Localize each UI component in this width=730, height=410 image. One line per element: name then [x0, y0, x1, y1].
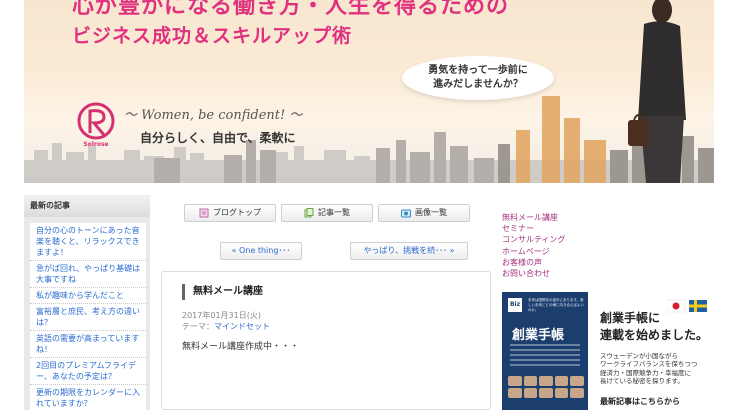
ad-title-line1: 創業手帳に [600, 311, 661, 325]
recent-article-link[interactable]: 急がば回れ、やっぱり基礎は大事ですね [30, 261, 146, 288]
ad-desc-line: 長けている秘密を探ります。 [600, 377, 684, 386]
brand-name: Solrose [83, 141, 109, 148]
ad-title-line2: 連載を始めました。 [600, 328, 709, 342]
ad-desc-line: ワークライフバランスを保ちつつ [600, 360, 698, 369]
speech-bubble: 勇気を持って一歩前に 進みだしませんか？ [402, 56, 554, 100]
solrose-logo-icon[interactable] [74, 101, 118, 143]
right-sidebar-menu: 無料メール講座 セミナー コンサルティング ホームページ お客様の声 お問い合わ… [502, 212, 566, 279]
ad-description: スウェーデンが小国ながら ワークライフバランスを保ちつつ 経済力・国際競争力・幸… [600, 352, 697, 386]
book-cover-image: Biz 未来は国際化の途中にあります。新しい未来にどの様に向き合えばよいのか。 … [502, 292, 588, 410]
book-portraits [508, 376, 584, 398]
menu-link-free-mail-course[interactable]: 無料メール講座 [502, 212, 566, 223]
book-blurb: 未来は国際化の途中にあります。新しい未来にどの様に向き合えばよいのか。 [528, 298, 584, 312]
theme-label: テーマ： [182, 322, 214, 331]
recent-article-link[interactable]: 富裕層と庶民、考え方の違いは？ [30, 304, 146, 331]
blog-post: 無料メール講座 2017年01月31日(火) テーマ：マインドセット 無料メール… [161, 271, 491, 410]
menu-link-consulting[interactable]: コンサルティング [502, 234, 566, 245]
image-list-icon [401, 209, 411, 218]
menu-link-homepage[interactable]: ホームページ [502, 246, 566, 257]
recent-article-link[interactable]: 更新の期限をカレンダーに入れていますか？ [30, 385, 146, 410]
book-text-lines [510, 344, 580, 369]
post-title[interactable]: 無料メール講座 [182, 284, 263, 300]
sogyo-techo-banner[interactable]: Biz 未来は国際化の途中にあります。新しい未来にどの様に向き合えばよいのか。 … [502, 292, 712, 410]
book-title: 創業手帳 [512, 328, 565, 343]
ad-more-link[interactable]: 最新記事はこちらから [600, 396, 680, 407]
recent-article-link[interactable]: 私が趣味から学んだこと [30, 288, 146, 304]
tab-article-list[interactable]: 記事一覧 [281, 204, 373, 222]
tab-blog-top[interactable]: ブログトップ [184, 204, 276, 222]
post-date: 2017年01月31日(火) [182, 311, 261, 320]
businesswoman-image [628, 0, 686, 183]
menu-link-seminar[interactable]: セミナー [502, 223, 566, 234]
recent-articles-list: 自分の心のトーンにあった音楽を聴くと、リラックスできますよ！ 急がば回れ、やっぱ… [30, 223, 146, 410]
theme-link[interactable]: マインドセット [214, 322, 270, 331]
tab-label: ブログトップ [213, 208, 261, 217]
menu-link-contact[interactable]: お問い合わせ [502, 268, 566, 279]
bubble-line2: 進みだしませんか？ [433, 79, 523, 90]
sub-tagline: 自分らしく、自由で、柔軟に [140, 131, 296, 145]
recent-articles-heading: 最新の記事 [24, 195, 150, 217]
book-badge: Biz [508, 298, 522, 312]
blog-icon [199, 208, 209, 218]
bubble-line1: 勇気を持って一歩前に [428, 65, 528, 76]
recent-article-link[interactable]: 2回目のプレミアムフライデー、あなたの予定は？ [30, 358, 146, 385]
tab-label: 画像一覧 [415, 208, 447, 217]
menu-link-customer-voices[interactable]: お客様の声 [502, 257, 566, 268]
tagline: ～ Women, be confident! ～ [124, 108, 303, 123]
tab-label: 記事一覧 [318, 208, 350, 217]
post-theme: テーマ：マインドセット [182, 321, 270, 332]
tab-image-list[interactable]: 画像一覧 [378, 204, 470, 222]
recent-article-link[interactable]: 自分の心のトーンにあった音楽を聴くと、リラックスできますよ！ [30, 223, 146, 261]
ad-desc-line: 経済力・国際競争力・幸福度に [600, 368, 691, 377]
next-article-button[interactable]: やっぱり、挑戦を続･･･ » [350, 242, 468, 260]
left-sidebar: 最新の記事 自分の心のトーンにあった音楽を聴くと、リラックスできますよ！ 急がば… [24, 195, 150, 410]
ad-title: 創業手帳に 連載を始めました。 [600, 310, 708, 344]
headline-line2: ビジネス成功＆スキルアップ術 [72, 25, 353, 47]
post-body: 無料メール講座作成中・・・ [182, 342, 300, 352]
header-banner[interactable]: 心が豊かになる働き方・人生を得るための ビジネス成功＆スキルアップ術 勇気を持っ… [24, 0, 714, 183]
article-list-icon [304, 208, 314, 218]
recent-article-link[interactable]: 英語の需要が高まっていますね！ [30, 331, 146, 358]
headline-line1: 心が豊かになる働き方・人生を得るための [72, 0, 510, 19]
prev-article-button[interactable]: « One thing･･･ [220, 242, 302, 260]
